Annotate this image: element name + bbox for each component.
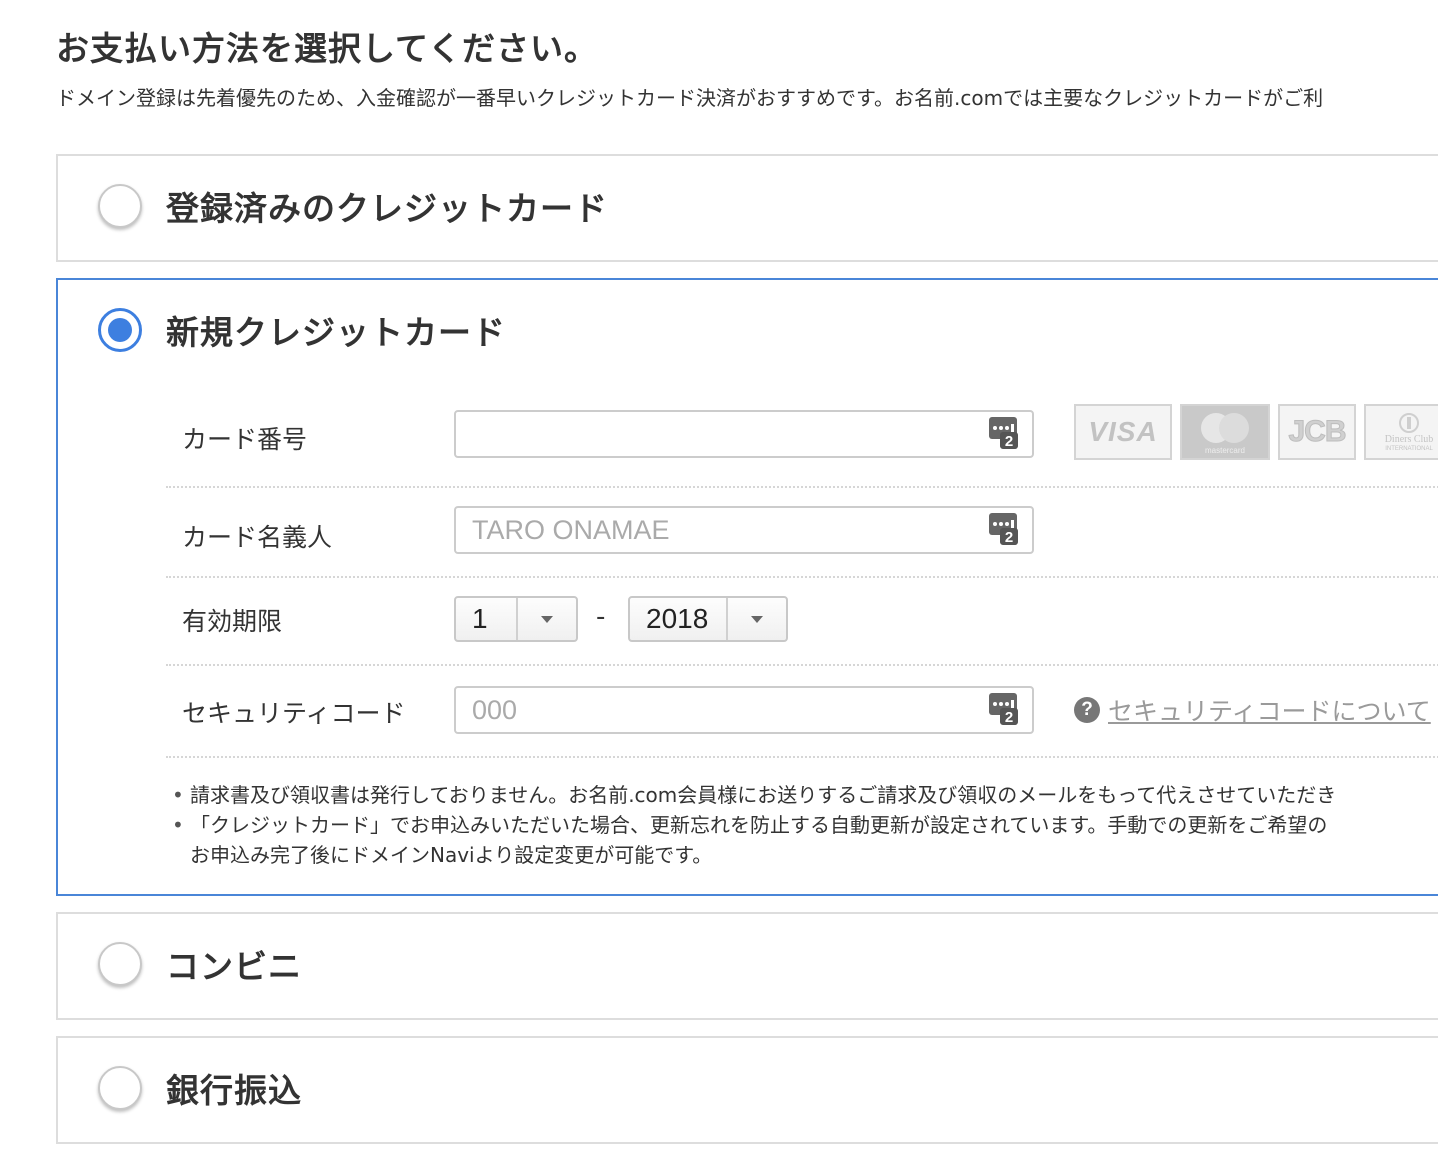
svg-text:mastercard: mastercard <box>1205 446 1245 455</box>
expiry-year-value: 2018 <box>646 603 709 634</box>
expiry-month-select[interactable]: 1 <box>454 596 578 642</box>
new-card-label: 新規クレジットカード <box>166 313 506 352</box>
option-bank-transfer[interactable]: 銀行振込 <box>56 1036 1438 1144</box>
card-number-label: カード番号 <box>182 425 308 454</box>
payment-notes: • 請求書及び領収書は発行しておりません。お名前.com会員様にお送りするご請求… <box>172 780 1336 870</box>
expiry-year-select[interactable]: 2018 <box>628 596 788 642</box>
visa-logo: VISA <box>1074 404 1172 460</box>
option-registered-card-header[interactable]: 登録済みのクレジットカード <box>98 182 608 230</box>
page-description: ドメイン登録は先着優先のため、入金確認が一番早いクレジットカード決済がおすすめで… <box>56 86 1324 110</box>
expiry-label: 有効期限 <box>182 607 283 636</box>
option-bank-transfer-header[interactable]: 銀行振込 <box>98 1064 302 1112</box>
registered-card-label: 登録済みのクレジットカード <box>166 189 608 228</box>
mastercard-logo: mastercard <box>1180 404 1270 460</box>
keyboard-autofill-icon[interactable]: 2 <box>988 692 1018 726</box>
mastercard-circles-icon: mastercard <box>1201 413 1249 455</box>
svg-text:2: 2 <box>1005 433 1013 450</box>
diners-club-logo: Diners Club INTERNATIONAL <box>1364 404 1438 460</box>
keyboard-autofill-icon[interactable]: 2 <box>988 416 1018 450</box>
security-code-label: セキュリティコード <box>182 699 406 728</box>
chevron-down-icon[interactable] <box>726 598 786 640</box>
card-holder-input[interactable] <box>454 506 1034 554</box>
note-item-continued: お申込み完了後にドメインNaviより設定変更が可能です。 <box>190 843 713 867</box>
radio-selected-dot <box>108 318 132 342</box>
convenience-store-label: コンビニ <box>166 947 302 986</box>
expiry-separator: - <box>596 602 606 632</box>
option-registered-card[interactable]: 登録済みのクレジットカード <box>56 154 1438 262</box>
bank-transfer-label: 銀行振込 <box>166 1071 302 1110</box>
bank-transfer-radio[interactable] <box>98 1066 142 1110</box>
note-item: • 「クレジットカード」でお申込みいただいた場合、更新忘れを防止する自動更新が設… <box>172 810 1336 840</box>
security-code-row: セキュリティコード 2 ? セキュリティコードについて <box>166 664 1438 758</box>
diners-circle-icon <box>1399 412 1419 433</box>
card-number-input[interactable] <box>454 410 1034 458</box>
security-code-input[interactable] <box>454 686 1034 734</box>
option-new-card-header[interactable]: 新規クレジットカード <box>98 306 506 354</box>
new-card-radio[interactable] <box>98 308 142 352</box>
security-code-help-text[interactable]: セキュリティコードについて <box>1108 692 1431 728</box>
bullet-icon: • <box>172 783 184 807</box>
payment-method-page: お支払い方法を選択してください。 ドメイン登録は先着優先のため、入金確認が一番早… <box>0 0 1438 1168</box>
page-title: お支払い方法を選択してください。 <box>56 29 599 68</box>
convenience-store-radio[interactable] <box>98 942 142 986</box>
expiry-row: 有効期限 1 - 2018 <box>166 576 1438 666</box>
bullet-icon: • <box>172 813 184 837</box>
keyboard-autofill-icon[interactable]: 2 <box>988 512 1018 546</box>
option-new-card[interactable]: 新規クレジットカード カード番号 2 VISA mastercard JCB D… <box>56 278 1438 896</box>
card-holder-label: カード名義人 <box>182 523 333 552</box>
option-convenience-store[interactable]: コンビニ <box>56 912 1438 1020</box>
chevron-down-icon[interactable] <box>516 598 576 640</box>
security-code-help-link[interactable]: ? セキュリティコードについて <box>1074 692 1431 728</box>
jcb-logo: JCB <box>1278 404 1356 460</box>
question-icon: ? <box>1074 697 1100 723</box>
card-holder-row: カード名義人 2 <box>166 486 1438 578</box>
svg-text:2: 2 <box>1005 529 1013 546</box>
svg-text:2: 2 <box>1005 709 1013 726</box>
registered-card-radio[interactable] <box>98 184 142 228</box>
note-item: • 請求書及び領収書は発行しておりません。お名前.com会員様にお送りするご請求… <box>172 780 1336 810</box>
expiry-month-value: 1 <box>472 603 488 634</box>
card-number-row: カード番号 2 VISA mastercard JCB Diners Club … <box>166 388 1438 488</box>
option-convenience-store-header[interactable]: コンビニ <box>98 940 302 988</box>
